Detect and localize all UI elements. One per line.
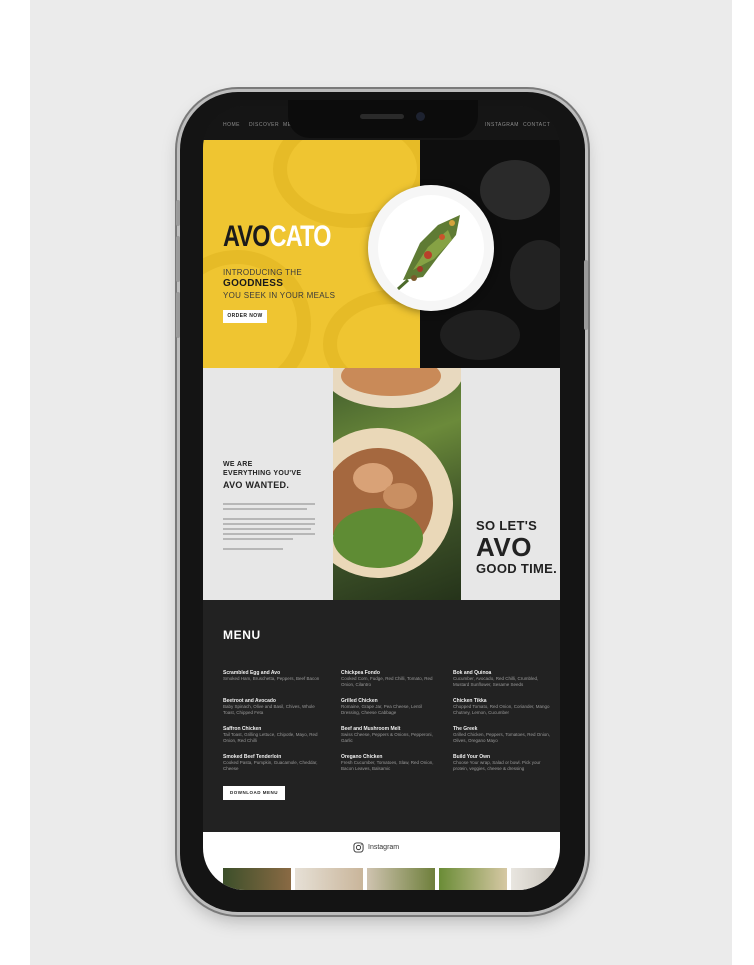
power-button	[584, 260, 588, 330]
slogan-line-2: AVO	[476, 532, 532, 562]
nav-discover[interactable]: Discover	[249, 122, 279, 128]
phone-screen: Home Discover Menu Instagram Contact AVO…	[203, 106, 560, 890]
hero-line-1: INTRODUCING THE	[223, 268, 303, 277]
instagram-thumbnails	[203, 868, 560, 890]
menu-item: Beetroot and Avocado Baby Spinach, Olive …	[223, 698, 315, 715]
instagram-thumb[interactable]	[511, 868, 560, 890]
about-heading-bold: AVO WANTED.	[223, 480, 290, 490]
instagram-header[interactable]: Instagram	[353, 842, 399, 853]
logo-cato: CATO	[269, 220, 332, 253]
menu-title: MENU	[223, 628, 261, 642]
volume-down-button	[176, 236, 180, 282]
instagram-label: Instagram	[368, 844, 400, 851]
instagram-section: Instagram	[203, 832, 560, 890]
menu-item: Bok and Quinoa Cucumber, Avocado, Red Chi…	[453, 670, 539, 687]
about-heading-small: WE ARE EVERYTHING YOU'VE	[223, 461, 302, 477]
about-section: WE ARE EVERYTHING YOU'VE AVO WANTED. SO …	[203, 368, 560, 600]
wrap-photo	[333, 368, 461, 600]
menu-item: Scrambled Egg and Avo Smoked Ham, Brusche…	[223, 670, 320, 681]
phone-notch	[288, 100, 478, 138]
salad-icon	[396, 215, 460, 291]
slogan-line-3: GOOD TIME.	[476, 561, 557, 576]
salad-plate-image	[368, 185, 494, 311]
slogan-line-1: SO LET'S	[476, 518, 538, 533]
hero-section: AVOCATO INTRODUCING THE GOODNESS YOU SEE…	[203, 140, 560, 368]
silent-switch	[176, 292, 180, 338]
menu-item: Saffron Chicken Tail Toast, Grilling Lett…	[223, 726, 318, 743]
nav-instagram[interactable]: Instagram	[485, 122, 519, 128]
volume-up-button	[176, 200, 180, 226]
logo: AVOCATO	[223, 220, 331, 254]
menu-item: The Greek Grilled Chicken, Peppers, Tomat…	[453, 726, 550, 743]
menu-item: Build Your Own Choose Your wrap, Salad or…	[453, 754, 541, 771]
hero-line-3: YOU SEEK IN YOUR MEALS	[223, 291, 336, 300]
nav-contact[interactable]: Contact	[523, 122, 550, 128]
menu-item: Chicken Tikka Chopped Tomato, Red Onion, …	[453, 698, 550, 715]
hero-line-2: GOODNESS	[223, 278, 284, 289]
menu-section: MENU Scrambled Egg and Avo Smoked Ham, Br…	[203, 600, 560, 832]
menu-item: Oregano Chicken Fresh Cucumber, Tomatoes,…	[341, 754, 434, 771]
menu-item: Chickpea Fondo Cooked Corn, Fudge, Red Ch…	[341, 670, 433, 687]
logo-avo: AVO	[223, 220, 270, 253]
instagram-thumb[interactable]	[439, 868, 507, 890]
menu-item: Grilled Chicken Romaine, Grape Jar, Pea C…	[341, 698, 422, 715]
instagram-thumb[interactable]	[295, 868, 363, 890]
nav-home[interactable]: Home	[223, 122, 240, 128]
order-now-button[interactable]: ORDER NOW	[223, 310, 267, 323]
menu-item: Beef and Mushroom Melt Swiss Cheese, Pepp…	[341, 726, 433, 743]
instagram-thumb[interactable]	[367, 868, 435, 890]
instagram-icon	[353, 842, 364, 853]
download-menu-button[interactable]: DOWNLOAD MENU	[223, 786, 285, 800]
instagram-thumb[interactable]	[223, 868, 291, 890]
menu-item: Smoked Beef Tenderloin Cooked Pasta, Pump…	[223, 754, 318, 771]
